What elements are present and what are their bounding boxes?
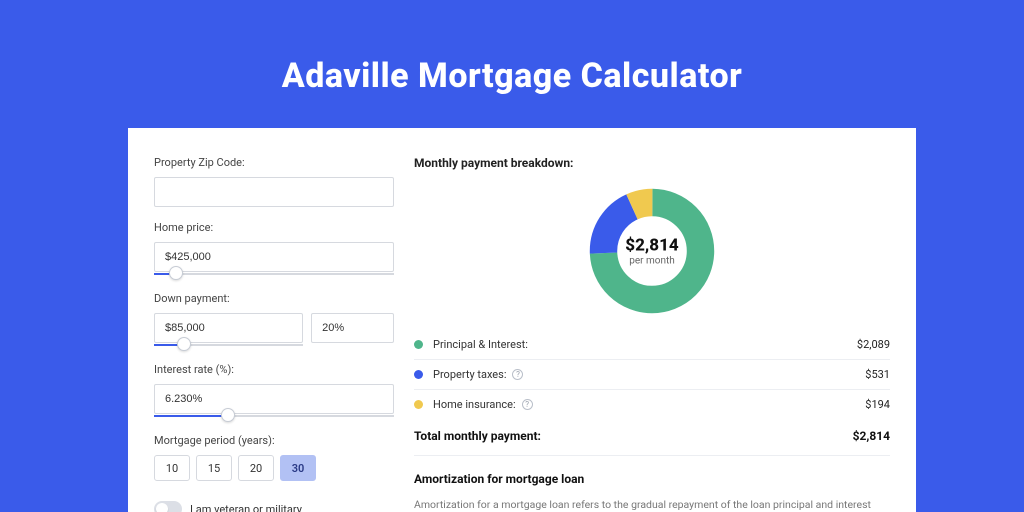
total-value: $2,814	[853, 429, 890, 443]
period-button-row: 10152030	[154, 455, 394, 481]
period-label: Mortgage period (years):	[154, 434, 394, 447]
total-label: Total monthly payment:	[414, 429, 541, 443]
veteran-toggle[interactable]	[154, 501, 182, 512]
legend-dot	[414, 370, 423, 379]
down-payment-label: Down payment:	[154, 292, 394, 305]
info-icon[interactable]: ?	[512, 369, 523, 380]
page-title: Adaville Mortgage Calculator	[0, 0, 1024, 96]
donut-chart: $2,814 per month	[414, 176, 890, 326]
amortization-text: Amortization for a mortgage loan refers …	[414, 498, 890, 512]
down-payment-pct-input[interactable]	[311, 313, 394, 343]
home-price-input[interactable]	[154, 242, 394, 272]
slider-thumb[interactable]	[169, 266, 183, 280]
interest-label: Interest rate (%):	[154, 363, 394, 376]
down-payment-input[interactable]	[154, 313, 303, 343]
breakdown-column: Monthly payment breakdown: $2,814 per mo…	[414, 156, 890, 512]
legend-label: Principal & Interest:	[433, 338, 528, 351]
interest-input[interactable]	[154, 384, 394, 414]
amortization-heading: Amortization for mortgage loan	[414, 472, 890, 486]
legend-value: $194	[865, 398, 890, 411]
interest-slider[interactable]	[154, 412, 394, 420]
legend: Principal & Interest: $2,089 Property taxe…	[414, 330, 890, 419]
period-button-10[interactable]: 10	[154, 455, 190, 481]
period-button-30[interactable]: 30	[280, 455, 316, 481]
calculator-card: Property Zip Code: Home price: Down paym…	[128, 128, 916, 512]
legend-row: Property taxes:? $531	[414, 360, 890, 390]
legend-value: $531	[865, 368, 890, 381]
donut-sub: per month	[625, 256, 678, 267]
legend-label: Home insurance:	[433, 398, 516, 411]
veteran-label: I am veteran or military	[190, 503, 302, 512]
slider-thumb[interactable]	[221, 408, 235, 422]
legend-row: Principal & Interest: $2,089	[414, 330, 890, 360]
breakdown-heading: Monthly payment breakdown:	[414, 156, 890, 170]
legend-dot	[414, 400, 423, 409]
slider-thumb[interactable]	[177, 337, 191, 351]
home-price-slider[interactable]	[154, 270, 394, 278]
period-button-15[interactable]: 15	[196, 455, 232, 481]
zip-label: Property Zip Code:	[154, 156, 394, 169]
legend-dot	[414, 340, 423, 349]
legend-label: Property taxes:	[433, 368, 506, 381]
home-price-label: Home price:	[154, 221, 394, 234]
legend-value: $2,089	[857, 338, 890, 351]
donut-amount: $2,814	[625, 236, 678, 256]
legend-row: Home insurance:? $194	[414, 390, 890, 419]
down-payment-slider[interactable]	[154, 341, 303, 349]
info-icon[interactable]: ?	[522, 399, 533, 410]
form-column: Property Zip Code: Home price: Down paym…	[154, 156, 394, 512]
zip-input[interactable]	[154, 177, 394, 207]
period-button-20[interactable]: 20	[238, 455, 274, 481]
